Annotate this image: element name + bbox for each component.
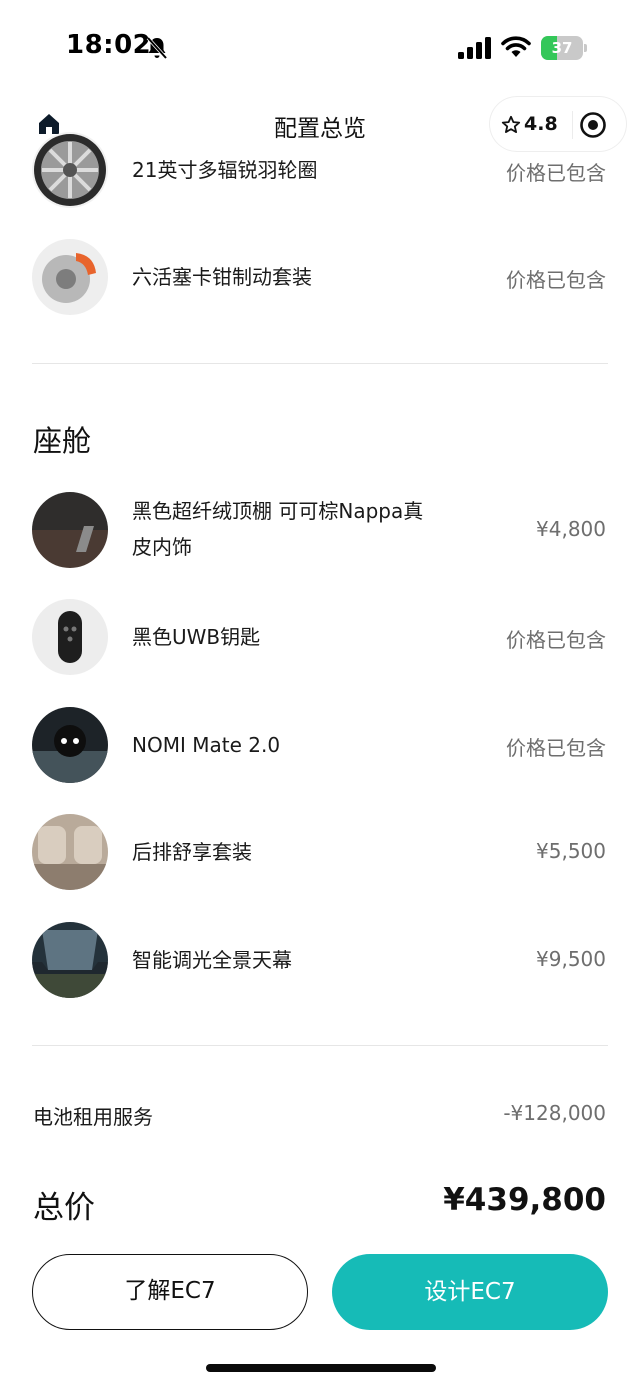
- total-price: ¥439,800: [443, 1182, 606, 1218]
- status-time: 18:02: [66, 30, 152, 60]
- bell-muted-icon: [146, 36, 168, 60]
- item-label: NOMI Mate 2.0: [132, 733, 281, 757]
- item-price: ¥9,500: [536, 947, 606, 971]
- signal-icon: [458, 37, 491, 59]
- item-label: 后排舒享套装: [132, 840, 252, 864]
- item-price: 价格已包含: [506, 628, 606, 652]
- total-label: 总价: [33, 1190, 95, 1226]
- divider: [32, 1045, 608, 1046]
- list-item-nomi: NOMI Mate 2.0 价格已包含: [0, 705, 640, 795]
- battery-service-value: -¥128,000: [503, 1101, 606, 1125]
- home-indicator: [206, 1364, 436, 1372]
- list-item-key: 黑色UWB钥匙 价格已包含: [0, 597, 640, 687]
- status-bar: 18:02 37: [0, 0, 640, 90]
- battery-service-label: 电池租用服务: [33, 1105, 153, 1129]
- divider: [32, 363, 608, 364]
- wheel-thumbnail: [32, 132, 108, 208]
- sunroof-thumbnail: [32, 922, 108, 998]
- nomi-thumbnail: [32, 707, 108, 783]
- list-item-interior: 黑色超纤绒顶棚 可可棕Nappa真 皮内饰 ¥4,800: [0, 490, 640, 580]
- item-price: 价格已包含: [506, 736, 606, 760]
- rear-seat-thumbnail: [32, 814, 108, 890]
- brake-thumbnail: [32, 239, 108, 315]
- list-item-sunroof: 智能调光全景天幕 ¥9,500: [0, 920, 640, 1010]
- key-fob-thumbnail: [32, 599, 108, 675]
- list-item-wheels: 21英寸多辐锐羽轮圈 价格已包含: [0, 125, 640, 215]
- item-label: 智能调光全景天幕: [132, 948, 292, 972]
- learn-ec7-button[interactable]: 了解EC7: [32, 1254, 308, 1330]
- section-title-cabin: 座舱: [33, 424, 92, 458]
- battery-percent: 37: [551, 39, 573, 57]
- list-item-rear-seats: 后排舒享套装 ¥5,500: [0, 812, 640, 902]
- item-price: 价格已包含: [506, 161, 606, 185]
- wifi-icon: [501, 36, 531, 57]
- item-label: 六活塞卡钳制动套装: [132, 265, 312, 289]
- item-price: ¥4,800: [536, 517, 606, 541]
- design-ec7-button[interactable]: 设计EC7: [332, 1254, 608, 1330]
- item-label: 黑色UWB钥匙: [132, 625, 261, 649]
- item-label: 21英寸多辐锐羽轮圈: [132, 158, 318, 182]
- item-price: 价格已包含: [506, 268, 606, 292]
- item-label-line2: 皮内饰: [132, 535, 192, 559]
- interior-thumbnail: [32, 492, 108, 568]
- list-item-brakes: 六活塞卡钳制动套装 价格已包含: [0, 232, 640, 322]
- item-label-line1: 黑色超纤绒顶棚 可可棕Nappa真: [132, 499, 424, 523]
- battery-charging-icon: 37: [541, 36, 587, 60]
- item-price: ¥5,500: [536, 839, 606, 863]
